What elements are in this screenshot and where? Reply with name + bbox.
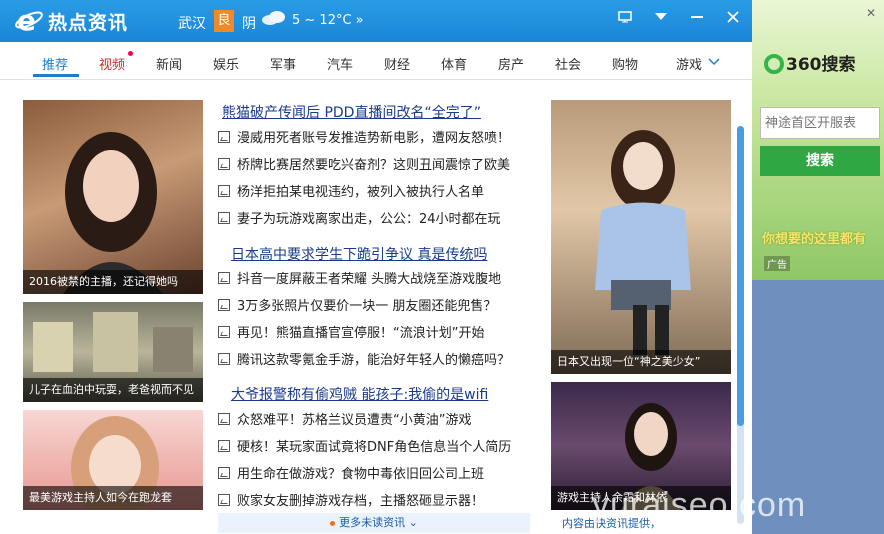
monitor-icon [618, 11, 632, 23]
chevron-down-icon: ⌄ [408, 516, 418, 529]
image-icon [218, 157, 230, 170]
close-button[interactable] [720, 6, 746, 28]
headline[interactable]: 日本高中要求学生下跪引争议 真是传统吗 [231, 244, 487, 264]
headline[interactable]: 熊猫破产传闻后 PDD直播间改名“全完了” [222, 102, 481, 122]
city-label[interactable]: 武汉 [178, 13, 206, 33]
tab-auto[interactable]: 汽车 [327, 54, 353, 73]
search-logo: 360搜索 [764, 50, 856, 75]
tab-society[interactable]: 社会 [555, 54, 581, 73]
image-icon [218, 352, 230, 365]
weather-label: 阴 [242, 16, 256, 32]
active-tab-indicator [33, 74, 79, 77]
ad-tag: 广告 [764, 256, 790, 271]
tab-recommend[interactable]: 推荐 [42, 54, 68, 73]
tab-realestate[interactable]: 房产 [498, 54, 524, 73]
image-icon [218, 271, 230, 284]
image-icon [218, 466, 230, 479]
tab-entertainment[interactable]: 娱乐 [213, 54, 239, 73]
image-icon [218, 493, 230, 506]
image-icon [218, 130, 230, 143]
more-news-button[interactable]: 更多未读资讯 ⌄ [218, 513, 530, 533]
image-icon [218, 211, 230, 224]
image-icon [218, 325, 230, 338]
tab-games[interactable]: 游戏 [676, 54, 702, 73]
tab-finance[interactable]: 财经 [384, 54, 410, 73]
list-item[interactable]: 硬核！某玩家面试竟将DNF角色信息当个人简历 [218, 436, 511, 455]
list-item[interactable]: 抖音一度屏蔽王者荣耀 头腾大战烧至游戏腹地 [218, 268, 501, 287]
dropdown-icon [655, 13, 667, 20]
image-icon [218, 439, 230, 452]
portrait-photo [63, 132, 163, 294]
list-item[interactable]: 腾讯这款零氪金手游，能治好年轻人的懒癌吗？ [218, 349, 510, 368]
list-item[interactable]: 漫威用死者账号发推造势新电影，遭网友怒喷！ [218, 127, 510, 146]
watermark: yuraiseo.com [592, 486, 807, 524]
list-item[interactable]: 妻子为玩游戏离家出走，公公：24小时都在玩 [218, 208, 501, 227]
tab-military[interactable]: 军事 [270, 54, 296, 73]
menu-button[interactable] [648, 6, 674, 28]
image-caption: 最美游戏主持人如今在跑龙套 [23, 486, 203, 510]
list-item[interactable]: 败家女友删掉游戏存档，主播怒砸显示器！ [218, 490, 484, 509]
new-dot [128, 51, 133, 56]
image-caption: 2016被禁的主播，还记得她吗 [23, 270, 203, 294]
header-bar: e 热点资讯 武汉 良 阴 5 ~ 12°C » [0, 0, 752, 42]
news-window: e 热点资讯 武汉 良 阴 5 ~ 12°C » 推荐 视频 新闻 娱乐 军事 … [0, 0, 884, 534]
screen-button[interactable] [612, 6, 638, 28]
scrollbar[interactable] [737, 126, 744, 524]
search-button[interactable]: 搜索 [760, 146, 880, 176]
search-input[interactable] [760, 107, 880, 139]
news-content: 2016被禁的主播，还记得她吗 儿子在血泊中玩耍，老爸视而不见 最美游戏主持人如… [0, 80, 752, 534]
ad-slogan: 你想要的这里都有 [762, 232, 867, 247]
list-item[interactable]: 用生命在做游戏？食物中毒依旧回公司上班 [218, 463, 484, 482]
tab-shopping[interactable]: 购物 [612, 54, 638, 73]
left-image-1[interactable]: 2016被禁的主播，还记得她吗 [23, 100, 203, 294]
minimize-icon [691, 16, 703, 18]
portrait-photo [595, 130, 691, 355]
scrollbar-thumb[interactable] [737, 126, 744, 426]
list-item[interactable]: 众怒难平！苏格兰议员遭责“小黄油”游戏 [218, 409, 471, 428]
ad-panel: ✕ 360搜索 搜索 你想要的这里都有 广告 [752, 0, 884, 280]
minimize-button[interactable] [684, 6, 710, 28]
ie-logo-icon: e [15, 5, 43, 35]
image-icon [218, 412, 230, 425]
left-image-2[interactable]: 儿子在血泊中玩耍，老爸视而不见 [23, 302, 203, 402]
dot-icon [330, 520, 336, 526]
close-icon [727, 11, 739, 23]
list-item[interactable]: 3万多张照片仅要价一块一 朋友圈还能兜售？ [218, 295, 496, 314]
list-item[interactable]: 再见！熊猫直播官宣停服！“流浪计划”开始 [218, 322, 484, 341]
close-icon[interactable]: ✕ [866, 6, 876, 20]
chevron-down-icon[interactable] [708, 58, 720, 66]
headline[interactable]: 大爷报警称有偷鸡贼 能孩子:我偷的是wifi [231, 384, 488, 404]
list-item[interactable]: 桥牌比赛居然要吃兴奋剂？这则丑闻震惊了欧美 [218, 154, 510, 173]
app-title: 热点资讯 [48, 12, 129, 34]
left-image-3[interactable]: 最美游戏主持人如今在跑龙套 [23, 410, 203, 510]
cloud-icon [262, 11, 285, 25]
right-image-1[interactable]: 日本又出现一位“神之美少女” [551, 100, 731, 374]
aqi-badge: 良 [214, 10, 234, 32]
image-caption: 日本又出现一位“神之美少女” [551, 350, 731, 374]
image-caption: 儿子在血泊中玩耍，老爸视而不见 [23, 378, 203, 402]
image-icon [218, 298, 230, 311]
list-item[interactable]: 杨洋拒拍某电视违约，被列入被执行人名单 [218, 181, 484, 200]
tab-news[interactable]: 新闻 [156, 54, 182, 73]
temperature[interactable]: 5 ~ 12°C » [292, 13, 364, 28]
tab-sports[interactable]: 体育 [441, 54, 467, 73]
image-icon [218, 184, 230, 197]
tab-video[interactable]: 视频 [99, 54, 125, 73]
category-tabs: 推荐 视频 新闻 娱乐 军事 汽车 财经 体育 房产 社会 购物 游戏 [0, 42, 752, 80]
logo-ring-icon [764, 54, 784, 74]
